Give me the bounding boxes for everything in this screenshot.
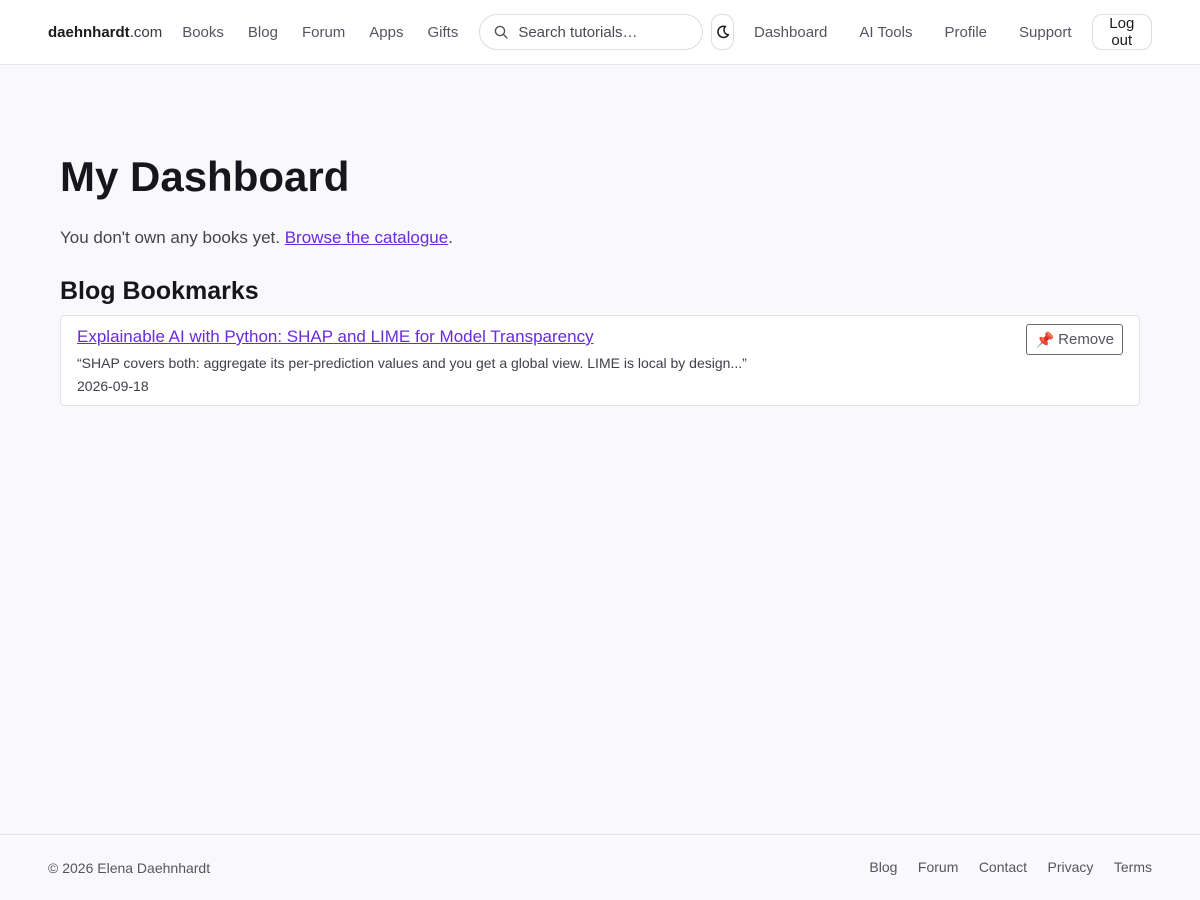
nav-dashboard[interactable]: Dashboard (754, 24, 827, 41)
nav-blog[interactable]: Blog (248, 24, 278, 41)
bookmarks-heading: Blog Bookmarks (60, 277, 259, 305)
footer-link-contact[interactable]: Contact (979, 859, 1027, 875)
site-footer: © 2026 Elena Daehnhardt Blog Forum Conta… (0, 834, 1200, 900)
pushpin-icon: 📌 (1035, 331, 1055, 349)
brand-name: daehnhardt (48, 23, 130, 41)
dashboard-main: My Dashboard You don't own any books yet… (60, 150, 1140, 406)
bookmark-card: Explainable AI with Python: SHAP and LIM… (60, 315, 1140, 406)
nav-forum[interactable]: Forum (302, 24, 345, 41)
search-input[interactable] (518, 23, 689, 41)
footer-link-blog[interactable]: Blog (869, 859, 897, 875)
bookmark-quote: “SHAP covers both: aggregate its per-pre… (77, 355, 747, 371)
top-navbar: daehnhardt.com Books Blog Forum Apps Gif… (0, 0, 1200, 65)
remove-bookmark-button[interactable]: 📌 Remove (1026, 324, 1123, 355)
nav-apps[interactable]: Apps (369, 24, 403, 41)
theme-toggle-button[interactable] (711, 14, 734, 50)
copyright-text: © 2026 Elena Daehnhardt (48, 859, 211, 876)
nav-gifts[interactable]: Gifts (427, 24, 458, 41)
moon-icon (716, 25, 729, 39)
search-box[interactable] (479, 14, 704, 50)
browse-catalogue-link[interactable]: Browse the catalogue (285, 228, 449, 247)
site-logo-link[interactable]: daehnhardt.com (48, 24, 162, 41)
bookmark-date: 2026-09-18 (77, 378, 149, 394)
bookmark-title-link[interactable]: Explainable AI with Python: SHAP and LIM… (77, 327, 1123, 347)
search-icon (495, 25, 509, 39)
page-title: My Dashboard (60, 153, 350, 200)
brand-tld: .com (129, 23, 163, 41)
footer-link-terms[interactable]: Terms (1114, 859, 1152, 875)
nav-support[interactable]: Support (1019, 24, 1072, 41)
footer-link-forum[interactable]: Forum (918, 859, 958, 875)
remove-label: Remove (1058, 331, 1114, 348)
intro-period: . (448, 228, 453, 247)
nav-ai-tools[interactable]: AI Tools (859, 24, 912, 41)
footer-link-privacy[interactable]: Privacy (1048, 859, 1094, 875)
footer-nav: Blog Forum Contact Privacy Terms (853, 859, 1152, 877)
logout-button[interactable]: Log out (1091, 14, 1152, 50)
no-books-text: You don't own any books yet. (60, 228, 285, 247)
nav-profile[interactable]: Profile (944, 24, 987, 41)
nav-books[interactable]: Books (182, 24, 224, 41)
no-books-message: You don't own any books yet. Browse the … (60, 226, 1140, 250)
